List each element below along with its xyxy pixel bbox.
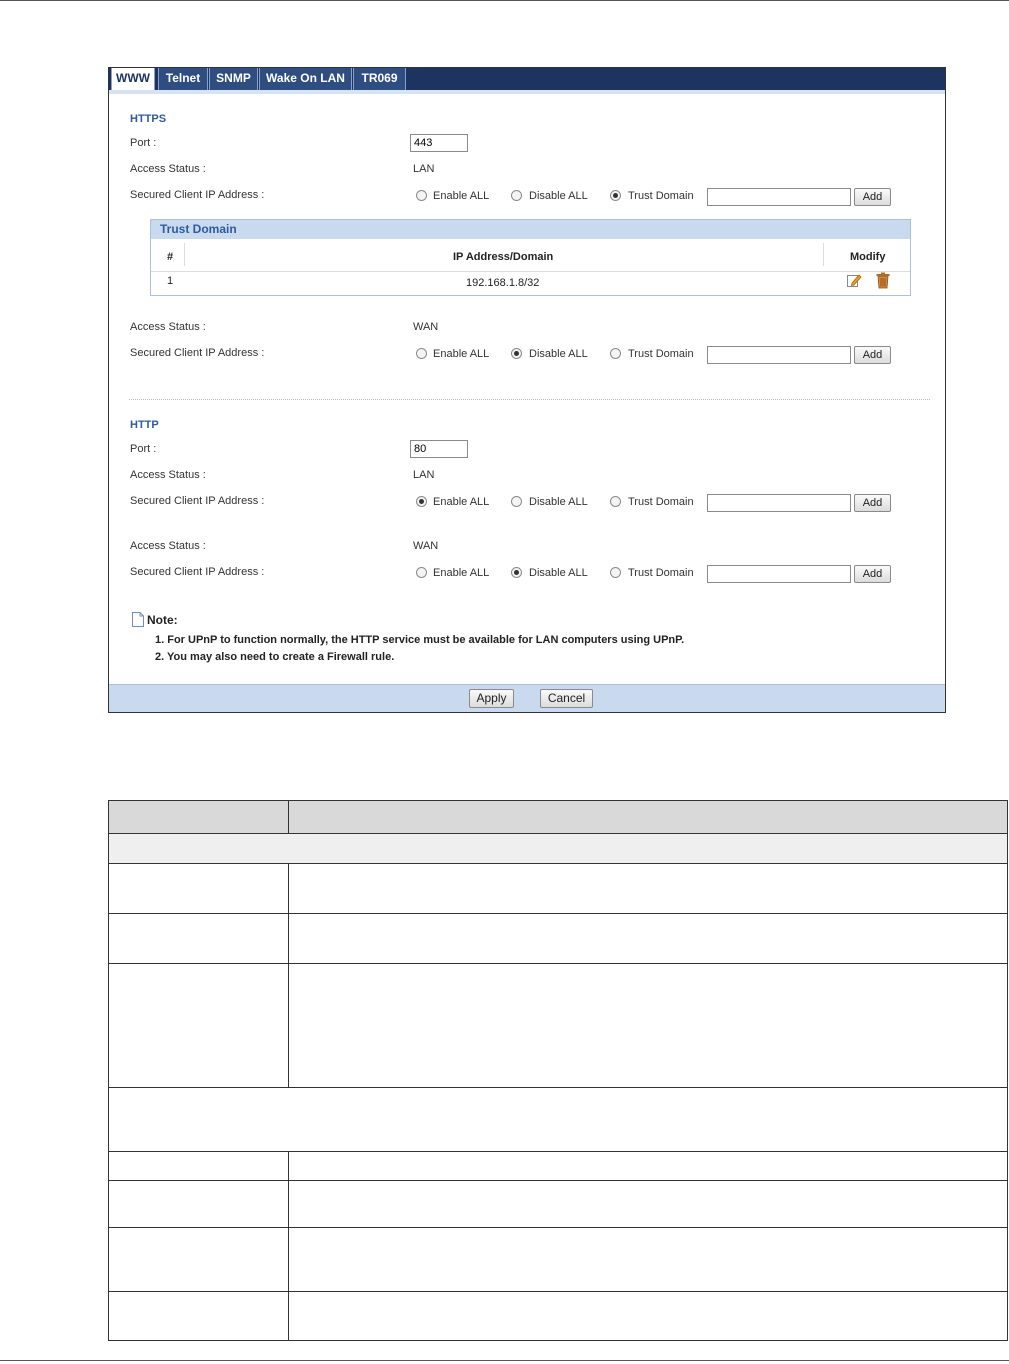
http-port-input[interactable]: [410, 440, 468, 458]
http-wan-disable-all-label: Disable ALL: [529, 567, 588, 579]
table-section-row: [109, 834, 1007, 864]
https-lan-enable-all-radio[interactable]: [416, 190, 427, 201]
column-divider: [288, 1152, 289, 1340]
https-port-input[interactable]: [410, 134, 468, 152]
https-lan-trust-domain-input[interactable]: [707, 188, 851, 206]
edit-icon[interactable]: [846, 272, 862, 288]
tab-snmp[interactable]: SNMP: [209, 68, 258, 90]
tab-bar: WWW Telnet SNMP Wake On LAN TR069: [109, 68, 945, 91]
column-header-ip-address-domain: IP Address/Domain: [453, 251, 554, 263]
https-lan-enable-all-label: Enable ALL: [433, 190, 490, 202]
http-wan-trust-domain-radio[interactable]: [610, 567, 621, 578]
trust-domain-table-title: Trust Domain: [151, 220, 910, 239]
tab-wake-on-lan[interactable]: Wake On LAN: [259, 68, 352, 90]
tab-telnet[interactable]: Telnet: [158, 68, 208, 90]
http-lan-access-status-label: Access Status :: [130, 469, 206, 481]
table-row: [109, 1228, 1007, 1292]
trust-domain-row-number: 1: [167, 275, 174, 287]
http-wan-trust-domain-input[interactable]: [707, 565, 851, 583]
column-header-number: #: [167, 251, 174, 263]
http-lan-trust-domain-input[interactable]: [707, 494, 851, 512]
http-lan-trust-domain-radio[interactable]: [610, 496, 621, 507]
table-row: [109, 864, 1007, 914]
https-wan-enable-all-label: Enable ALL: [433, 348, 490, 360]
https-wan-trust-domain-radio[interactable]: [610, 348, 621, 359]
http-wan-trust-domain-label: Trust Domain: [628, 567, 694, 579]
trash-icon[interactable]: [875, 272, 891, 289]
http-wan-access-status-value: WAN: [413, 540, 439, 552]
http-wan-enable-all-radio[interactable]: [416, 567, 427, 578]
https-wan-enable-all-radio[interactable]: [416, 348, 427, 359]
https-wan-access-status-label: Access Status :: [130, 321, 206, 333]
https-wan-secured-client-label: Secured Client IP Address :: [130, 347, 265, 359]
http-section-title: HTTP: [130, 419, 159, 431]
column-divider: [288, 801, 289, 834]
http-lan-trust-domain-label: Trust Domain: [628, 496, 694, 508]
tab-www[interactable]: WWW: [111, 68, 155, 91]
tab-underline: [109, 90, 945, 94]
https-wan-trust-domain-input[interactable]: [707, 346, 851, 364]
https-lan-trust-domain-radio[interactable]: [610, 190, 621, 201]
https-wan-access-status-value: WAN: [413, 321, 439, 333]
https-lan-trust-domain-label: Trust Domain: [628, 190, 694, 202]
note-title: Note:: [147, 613, 178, 627]
http-port-label: Port :: [130, 443, 157, 455]
http-lan-enable-all-radio[interactable]: [416, 496, 427, 507]
section-divider: [129, 399, 930, 400]
table-header-row: [109, 801, 1007, 834]
note-icon: [132, 612, 144, 627]
https-lan-disable-all-label: Disable ALL: [529, 190, 588, 202]
column-divider: [823, 243, 824, 266]
https-wan-disable-all-label: Disable ALL: [529, 348, 588, 360]
https-lan-disable-all-radio[interactable]: [511, 190, 522, 201]
https-lan-secured-client-label: Secured Client IP Address :: [130, 189, 265, 201]
http-wan-access-status-label: Access Status :: [130, 540, 206, 552]
www-settings-window: WWW Telnet SNMP Wake On LAN TR069 HTTPS …: [108, 67, 946, 713]
table-row: [109, 964, 1007, 1088]
column-header-modify: Modify: [850, 251, 886, 263]
page-bottom-rule: [0, 1360, 1009, 1361]
http-lan-disable-all-radio[interactable]: [511, 496, 522, 507]
table-row: [109, 1181, 1007, 1228]
http-lan-disable-all-label: Disable ALL: [529, 496, 588, 508]
table-section-row: [109, 1088, 1007, 1152]
page-top-rule: [0, 0, 1009, 1]
cancel-button[interactable]: Cancel: [540, 689, 593, 708]
http-lan-access-status-value: LAN: [413, 469, 435, 481]
http-lan-enable-all-label: Enable ALL: [433, 496, 490, 508]
http-wan-secured-client-label: Secured Client IP Address :: [130, 566, 265, 578]
https-wan-add-button[interactable]: Add: [854, 346, 891, 364]
table-row: [109, 914, 1007, 964]
http-wan-enable-all-label: Enable ALL: [433, 567, 490, 579]
description-table: [108, 800, 1008, 1341]
http-lan-add-button[interactable]: Add: [854, 494, 891, 512]
trust-domain-table: Trust Domain # IP Address/Domain Modify …: [150, 219, 911, 296]
https-wan-trust-domain-label: Trust Domain: [628, 348, 694, 360]
https-lan-add-button[interactable]: Add: [854, 188, 891, 206]
tab-tr069[interactable]: TR069: [353, 68, 406, 90]
table-row: [109, 1292, 1007, 1340]
https-section-title: HTTPS: [130, 113, 167, 125]
footer-bar: Apply Cancel: [109, 684, 945, 712]
apply-button[interactable]: Apply: [469, 689, 514, 708]
https-lan-access-status-label: Access Status :: [130, 163, 206, 175]
note-line-1: 1. For UPnP to function normally, the HT…: [155, 634, 685, 646]
column-divider: [184, 243, 185, 266]
https-lan-access-status-value: LAN: [413, 163, 435, 175]
trust-domain-row-address: 192.168.1.8/32: [466, 277, 540, 289]
column-divider: [288, 864, 289, 1088]
table-row: [109, 1152, 1007, 1181]
note-line-2: 2. You may also need to create a Firewal…: [155, 651, 395, 663]
https-wan-disable-all-radio[interactable]: [511, 348, 522, 359]
http-wan-add-button[interactable]: Add: [854, 565, 891, 583]
http-lan-secured-client-label: Secured Client IP Address :: [130, 495, 265, 507]
https-port-label: Port :: [130, 137, 157, 149]
http-wan-disable-all-radio[interactable]: [511, 567, 522, 578]
